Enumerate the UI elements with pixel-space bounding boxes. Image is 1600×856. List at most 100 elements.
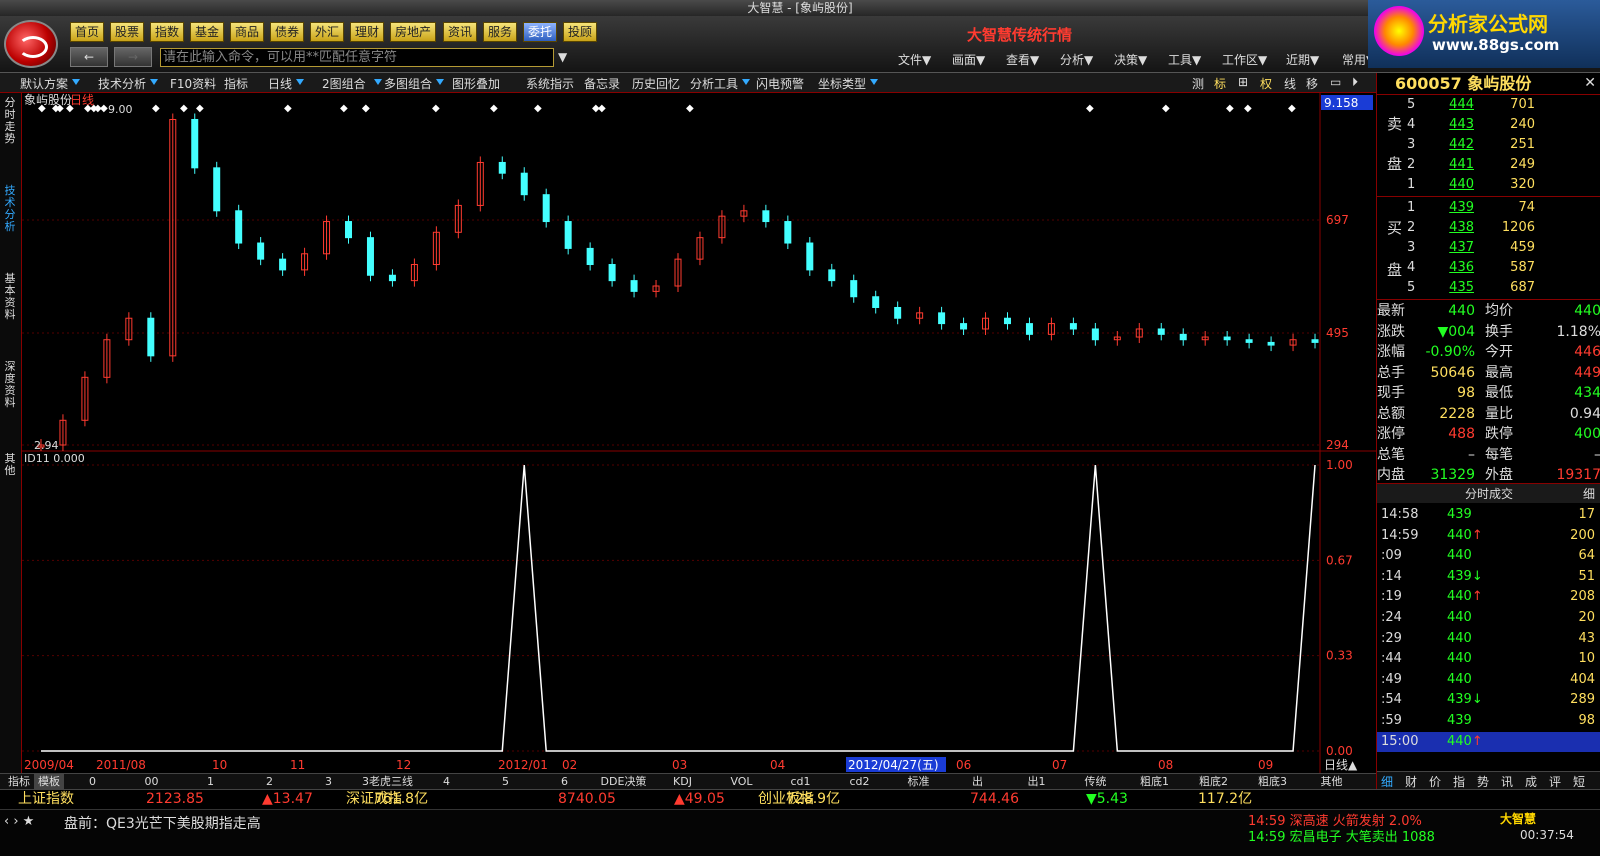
template-tab-20[interactable]: 粗底1 <box>1126 774 1183 789</box>
ask-row[interactable]: 5 444 701 <box>1377 95 1600 115</box>
menu-item-2[interactable]: 查看▼ <box>1006 51 1039 68</box>
template-tab-22[interactable]: 粗底3 <box>1244 774 1301 789</box>
nav-button-0[interactable]: 首页 <box>70 22 105 42</box>
trade-row[interactable]: :29 440 43 <box>1377 629 1600 649</box>
trade-row[interactable]: :59 439 98 <box>1377 711 1600 731</box>
subbar-item-11[interactable]: 分析工具 <box>690 75 738 92</box>
command-dropdown-icon[interactable]: ▼ <box>558 50 567 64</box>
nav-button-3[interactable]: 基金 <box>190 22 225 42</box>
kline-chart[interactable]: 697 495 294 1.00 0.67 0.33 0.00 ◆ ◆ ◆ ◆ ◆ ◆ ◆ ◆ ◆ ◆ ◆ ◆ ◆ ◆… <box>22 93 1376 773</box>
ask-row[interactable]: 2 441 249 <box>1377 155 1600 175</box>
bid-row[interactable]: 3 437 459 <box>1377 238 1600 258</box>
subbar-item-0[interactable]: 默认方案 <box>20 75 68 92</box>
subbar-right-button-5[interactable]: 移 <box>1306 75 1318 92</box>
subbar-item-2[interactable]: F10资料 <box>170 75 216 92</box>
template-tab-1[interactable]: 模板 <box>34 774 64 789</box>
subbar-right-button-3[interactable]: 权 <box>1260 75 1272 92</box>
nav-button-10[interactable]: 服务 <box>483 22 518 42</box>
quote-tab-8[interactable]: 短 <box>1573 773 1585 790</box>
trade-row[interactable]: :19 440↑ 208 <box>1377 587 1600 607</box>
template-tab-12[interactable]: KDJ <box>654 774 711 789</box>
command-input[interactable]: 请在此输入命令，可以用**匹配任意字符 <box>160 48 554 67</box>
dropdown-arrow-icon[interactable] <box>742 79 750 85</box>
bid-row[interactable]: 4 436 587 <box>1377 258 1600 278</box>
quote-tab-0[interactable]: 细 <box>1381 773 1393 790</box>
side-tab-2[interactable]: 基本资料 <box>2 273 18 321</box>
menu-item-6[interactable]: 工作区▼ <box>1222 51 1267 68</box>
quote-tab-3[interactable]: 指 <box>1453 773 1465 790</box>
dropdown-arrow-icon[interactable] <box>436 79 444 85</box>
template-tab-15[interactable]: cd2 <box>831 774 888 789</box>
subbar-right-button-4[interactable]: 线 <box>1284 75 1296 92</box>
trade-row[interactable]: :49 440 404 <box>1377 670 1600 690</box>
subbar-right-button-2[interactable]: ⊞ <box>1238 75 1248 89</box>
subbar-right-button-6[interactable]: ▭ <box>1330 75 1341 89</box>
template-tab-23[interactable]: 其他 <box>1303 774 1360 789</box>
side-tab-0[interactable]: 分时走势 <box>2 97 18 145</box>
quote-tab-7[interactable]: 评 <box>1549 773 1561 790</box>
forward-button[interactable]: → <box>114 47 152 67</box>
menu-item-4[interactable]: 决策▼ <box>1114 51 1147 68</box>
subbar-item-13[interactable]: 坐标类型 <box>818 75 866 92</box>
trade-row[interactable]: 14:59 440↑ 200 <box>1377 526 1600 546</box>
index-name[interactable]: 上证指数 <box>18 790 74 809</box>
alert-line-2[interactable]: 14:59 宏昌电子 大笔卖出 1088 <box>1248 826 1435 845</box>
back-button[interactable]: ← <box>70 47 108 67</box>
news-ticker[interactable]: 盘前：QE3光芒下美股期指走高 <box>64 813 261 833</box>
subbar-item-10[interactable]: 历史回忆 <box>632 75 680 92</box>
subbar-item-6[interactable]: 多图组合 <box>384 75 432 92</box>
nav-button-5[interactable]: 债券 <box>270 22 305 42</box>
nav-button-11[interactable]: 委托 <box>523 22 558 42</box>
menu-item-3[interactable]: 分析▼ <box>1060 51 1093 68</box>
trade-row[interactable]: :14 439↓ 51 <box>1377 567 1600 587</box>
menu-item-1[interactable]: 画面▼ <box>952 51 985 68</box>
menu-item-0[interactable]: 文件▼ <box>898 51 931 68</box>
menu-item-5[interactable]: 工具▼ <box>1168 51 1201 68</box>
template-tab-11[interactable]: DDE决策 <box>595 774 652 789</box>
trade-row[interactable]: :54 439↓ 289 <box>1377 690 1600 710</box>
nav-button-7[interactable]: 理财 <box>350 22 385 42</box>
subbar-item-12[interactable]: 闪电预警 <box>756 75 804 92</box>
trade-row[interactable]: 14:58 439 17 <box>1377 505 1600 525</box>
nav-button-4[interactable]: 商品 <box>230 22 265 42</box>
menu-item-7[interactable]: 近期▼ <box>1286 51 1319 68</box>
subbar-item-4[interactable]: 日线 <box>268 75 292 92</box>
subbar-item-7[interactable]: 图形叠加 <box>452 75 500 92</box>
template-tab-19[interactable]: 传统 <box>1067 774 1124 789</box>
template-tab-2[interactable]: 0 <box>64 774 121 789</box>
trade-row[interactable]: :09 440 64 <box>1377 546 1600 566</box>
side-tab-4[interactable]: 其他 <box>2 453 18 477</box>
quote-tab-6[interactable]: 成 <box>1525 773 1537 790</box>
ask-row[interactable]: 1 440 320 <box>1377 175 1600 195</box>
template-tab-10[interactable]: 6 <box>536 774 593 789</box>
close-icon[interactable]: ✕ <box>1584 75 1596 91</box>
bid-row[interactable]: 5 435 687 <box>1377 278 1600 298</box>
dropdown-arrow-icon[interactable] <box>150 79 158 85</box>
subbar-right-button-1[interactable]: 标 <box>1214 75 1226 92</box>
bid-row[interactable]: 1 439 74 <box>1377 198 1600 218</box>
template-tab-13[interactable]: VOL <box>713 774 770 789</box>
template-tab-18[interactable]: 出1 <box>1008 774 1065 789</box>
subbar-item-5[interactable]: 2图组合 <box>322 75 366 92</box>
nav-button-2[interactable]: 指数 <box>150 22 185 42</box>
dropdown-arrow-icon[interactable] <box>374 79 382 85</box>
dzh-logo-icon[interactable] <box>4 20 58 68</box>
template-tab-14[interactable]: cd1 <box>772 774 829 789</box>
subbar-item-9[interactable]: 备忘录 <box>584 75 620 92</box>
trade-row[interactable]: 15:00 440↑ <box>1377 731 1600 752</box>
nav-button-12[interactable]: 投顾 <box>563 22 598 42</box>
nav-button-9[interactable]: 资讯 <box>443 22 478 42</box>
subbar-right-button-0[interactable]: 测 <box>1192 75 1204 92</box>
side-tab-3[interactable]: 深度资料 <box>2 361 18 409</box>
ask-row[interactable]: 3 442 251 <box>1377 135 1600 155</box>
nav-button-6[interactable]: 外汇 <box>310 22 345 42</box>
trades-header[interactable]: 分时成交 细 <box>1377 483 1600 503</box>
ask-row[interactable]: 4 443 240 <box>1377 115 1600 135</box>
template-tab-5[interactable]: 2 <box>241 774 298 789</box>
dropdown-arrow-icon[interactable] <box>72 79 80 85</box>
side-tab-1[interactable]: 技术分析 <box>2 185 18 233</box>
dropdown-arrow-icon[interactable] <box>870 79 878 85</box>
index-name[interactable]: 深证成指 <box>346 790 402 809</box>
trade-row[interactable]: :44 440 10 <box>1377 649 1600 669</box>
template-tab-4[interactable]: 1 <box>182 774 239 789</box>
